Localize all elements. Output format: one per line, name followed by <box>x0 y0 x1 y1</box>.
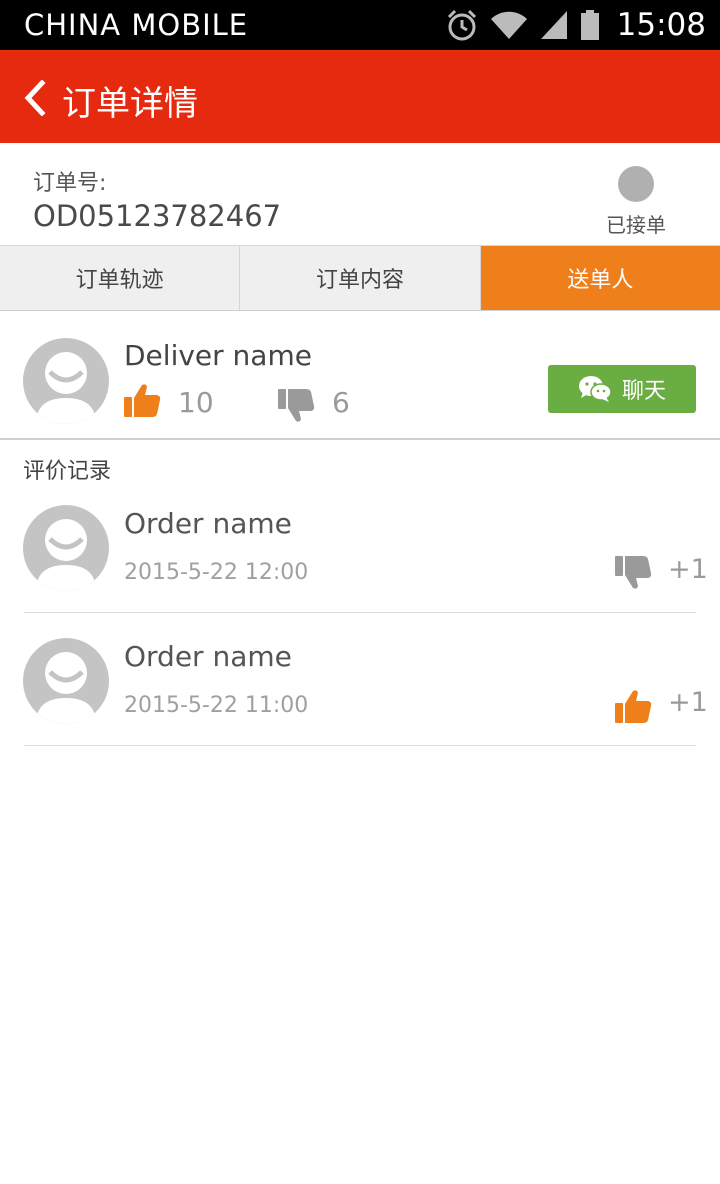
thumbs-up-icon <box>124 384 161 417</box>
chevron-left-icon[interactable] <box>20 80 50 116</box>
carrier-name: CHINA MOBILE <box>24 8 249 42</box>
tab-deliverer[interactable]: 送单人 <box>480 246 720 310</box>
review-list: Order name 2015-5-22 12:00 +1 Order name… <box>0 480 720 746</box>
battery-icon <box>580 10 599 40</box>
thumbs-down-icon <box>278 389 315 422</box>
avatar <box>23 505 109 591</box>
deliverer-name: Deliver name <box>124 339 312 372</box>
alarm-icon <box>447 9 476 41</box>
order-status: 已接单 <box>606 213 666 237</box>
app-bar: 订单详情 <box>0 50 720 143</box>
like-count: 10 <box>178 386 214 419</box>
clock: 15:08 <box>616 7 706 43</box>
order-number: OD05123782467 <box>33 199 282 233</box>
reviewer-name: Order name <box>124 507 292 540</box>
dislike-count: 6 <box>332 386 350 419</box>
order-number-label: 订单号: <box>33 171 107 196</box>
review-time: 2015-5-22 12:00 <box>124 560 309 585</box>
status-icons: 15:08 <box>445 6 706 44</box>
review-time: 2015-5-22 11:00 <box>124 693 309 718</box>
thumbs-down-icon <box>615 556 652 589</box>
review-score: +1 <box>668 687 708 718</box>
order-header: 订单号: OD05123782467 已接单 <box>0 145 720 246</box>
list-item[interactable]: Order name 2015-5-22 11:00 +1 <box>0 613 720 746</box>
signal-icon <box>540 11 567 39</box>
list-item[interactable]: Order name 2015-5-22 12:00 +1 <box>0 480 720 613</box>
wechat-icon <box>578 376 612 402</box>
divider <box>24 745 696 746</box>
status-indicator-icon <box>618 166 654 202</box>
reviewer-name: Order name <box>124 640 292 673</box>
status-bar: CHINA MOBILE 15:08 <box>0 0 720 50</box>
page-title: 订单详情 <box>62 84 198 124</box>
avatar <box>23 638 109 724</box>
tab-bar: 订单轨迹 订单内容 送单人 <box>0 246 720 311</box>
review-score: +1 <box>668 554 708 585</box>
chat-button-label: 聊天 <box>621 379 666 404</box>
tab-order-content[interactable]: 订单内容 <box>240 246 481 310</box>
chat-button[interactable]: 聊天 <box>548 365 696 413</box>
tab-order-track[interactable]: 订单轨迹 <box>0 246 241 310</box>
avatar <box>23 338 109 424</box>
thumbs-up-icon <box>615 690 652 723</box>
wifi-icon <box>490 11 527 39</box>
deliverer-card: Deliver name 10 6 聊天 <box>0 312 720 440</box>
